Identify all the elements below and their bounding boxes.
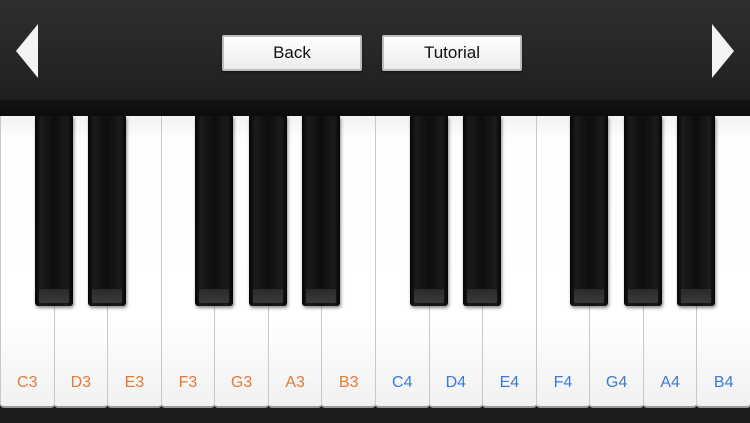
key-label: A4 — [660, 374, 680, 391]
black-key[interactable] — [409, 116, 448, 306]
key-label: G3 — [230, 374, 253, 391]
black-key[interactable] — [570, 116, 609, 306]
key-label: B4 — [713, 374, 734, 391]
black-key[interactable] — [248, 116, 287, 306]
key-label: F3 — [178, 374, 198, 391]
key-label: G4 — [605, 374, 628, 391]
black-key[interactable] — [88, 116, 127, 306]
key-label: D3 — [70, 374, 92, 391]
chevron-left-icon[interactable] — [16, 24, 38, 78]
key-label: E3 — [124, 374, 145, 391]
key-label: E4 — [499, 374, 520, 391]
key-label: C4 — [392, 374, 413, 391]
black-key[interactable] — [677, 116, 716, 306]
key-label: C3 — [17, 374, 38, 391]
black-key[interactable] — [195, 116, 234, 306]
top-toolbar: Back Tutorial — [0, 0, 750, 100]
black-key[interactable] — [623, 116, 662, 306]
black-key[interactable] — [463, 116, 502, 306]
back-button[interactable]: Back — [222, 35, 362, 71]
piano-keyboard: C3 D3 E3 F3 G3 A3 B3 C4 D4 E4 F4 G4 A4 B4 — [0, 116, 750, 423]
chevron-right-icon[interactable] — [712, 24, 734, 78]
tutorial-button[interactable]: Tutorial — [382, 35, 522, 71]
key-label: A3 — [285, 374, 305, 391]
key-label: B3 — [338, 374, 359, 391]
black-key[interactable] — [34, 116, 73, 306]
piano-app: Back Tutorial C3 D3 E3 F3 G3 A3 B3 C4 D4 E4 F4 G4 A4… — [0, 0, 750, 423]
black-key[interactable] — [302, 116, 341, 306]
key-label: F4 — [553, 374, 573, 391]
key-label: D4 — [445, 374, 467, 391]
